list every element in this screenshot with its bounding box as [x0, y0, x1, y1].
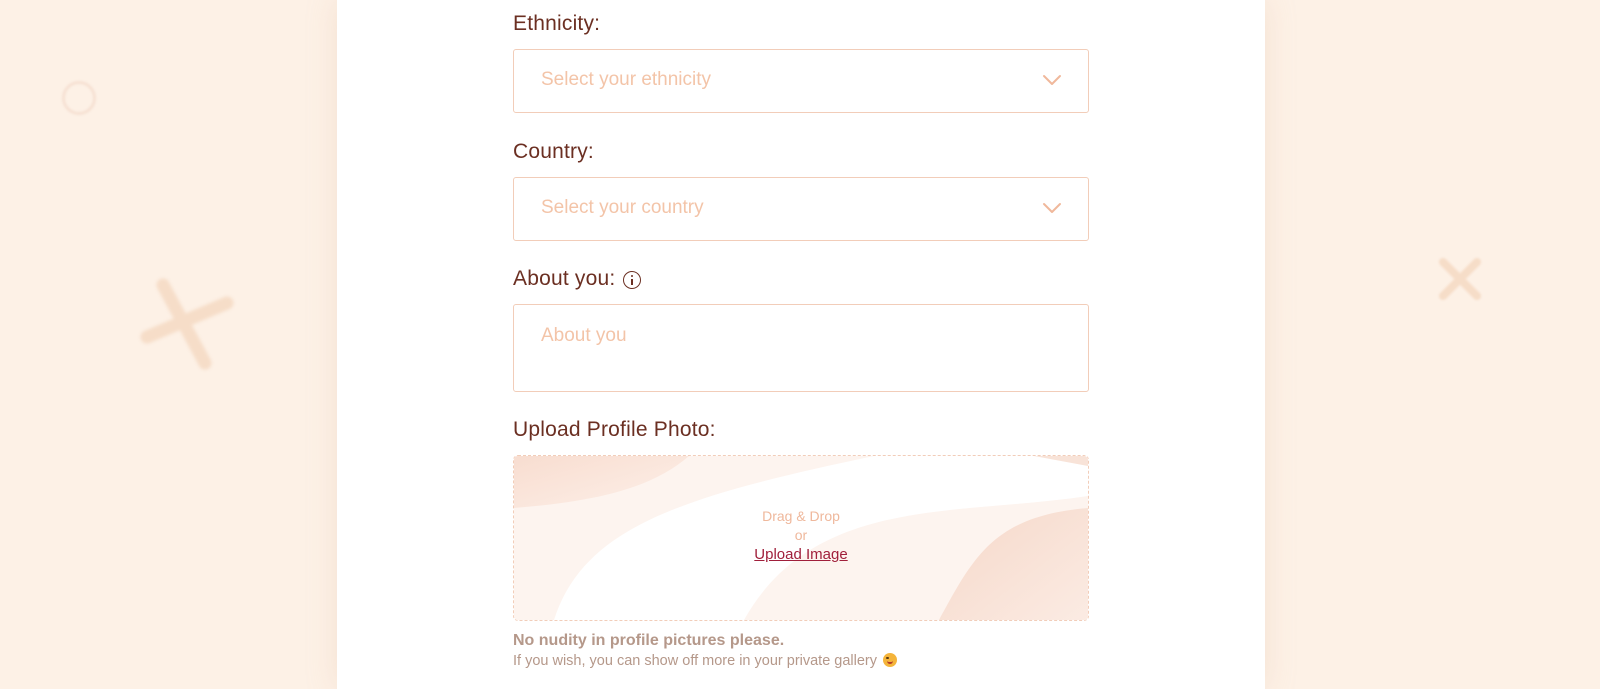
- country-label: Country:: [513, 140, 594, 163]
- upload-image-link[interactable]: Upload Image: [754, 546, 847, 563]
- upload-image-link-wrapper: Upload Image: [514, 546, 1088, 563]
- private-gallery-hint-text: If you wish, you can show off more in yo…: [513, 653, 878, 669]
- or-text: or: [794, 527, 808, 543]
- background-circle-decoration: [62, 81, 96, 115]
- ethnicity-placeholder: Select your ethnicity: [541, 69, 712, 90]
- background-x-decoration-small: [1439, 258, 1481, 300]
- winking-face-with-tongue-icon: [883, 653, 898, 667]
- drag-drop-text: Drag & Drop: [762, 508, 840, 524]
- nudity-warning: No nudity in profile pictures please.: [513, 632, 785, 649]
- photo-dropzone[interactable]: Drag & Drop or Upload Image: [513, 455, 1089, 621]
- about-placeholder: About you: [541, 325, 627, 346]
- form-panel: Ethnicity: Select your ethnicity Country…: [337, 0, 1265, 689]
- chevron-down-icon: [1043, 203, 1061, 213]
- private-gallery-hint: If you wish, you can show off more in yo…: [513, 653, 898, 669]
- chevron-down-icon: [1043, 75, 1061, 85]
- ethnicity-select[interactable]: Select your ethnicity: [513, 49, 1089, 113]
- info-icon[interactable]: [623, 271, 641, 289]
- about-label: About you:: [513, 267, 616, 290]
- background-x-decoration: [140, 278, 234, 370]
- country-placeholder: Select your country: [541, 197, 704, 218]
- upload-photo-label: Upload Profile Photo:: [513, 418, 716, 441]
- country-select[interactable]: Select your country: [513, 177, 1089, 241]
- about-textarea[interactable]: About you: [513, 304, 1089, 392]
- ethnicity-label: Ethnicity:: [513, 12, 601, 35]
